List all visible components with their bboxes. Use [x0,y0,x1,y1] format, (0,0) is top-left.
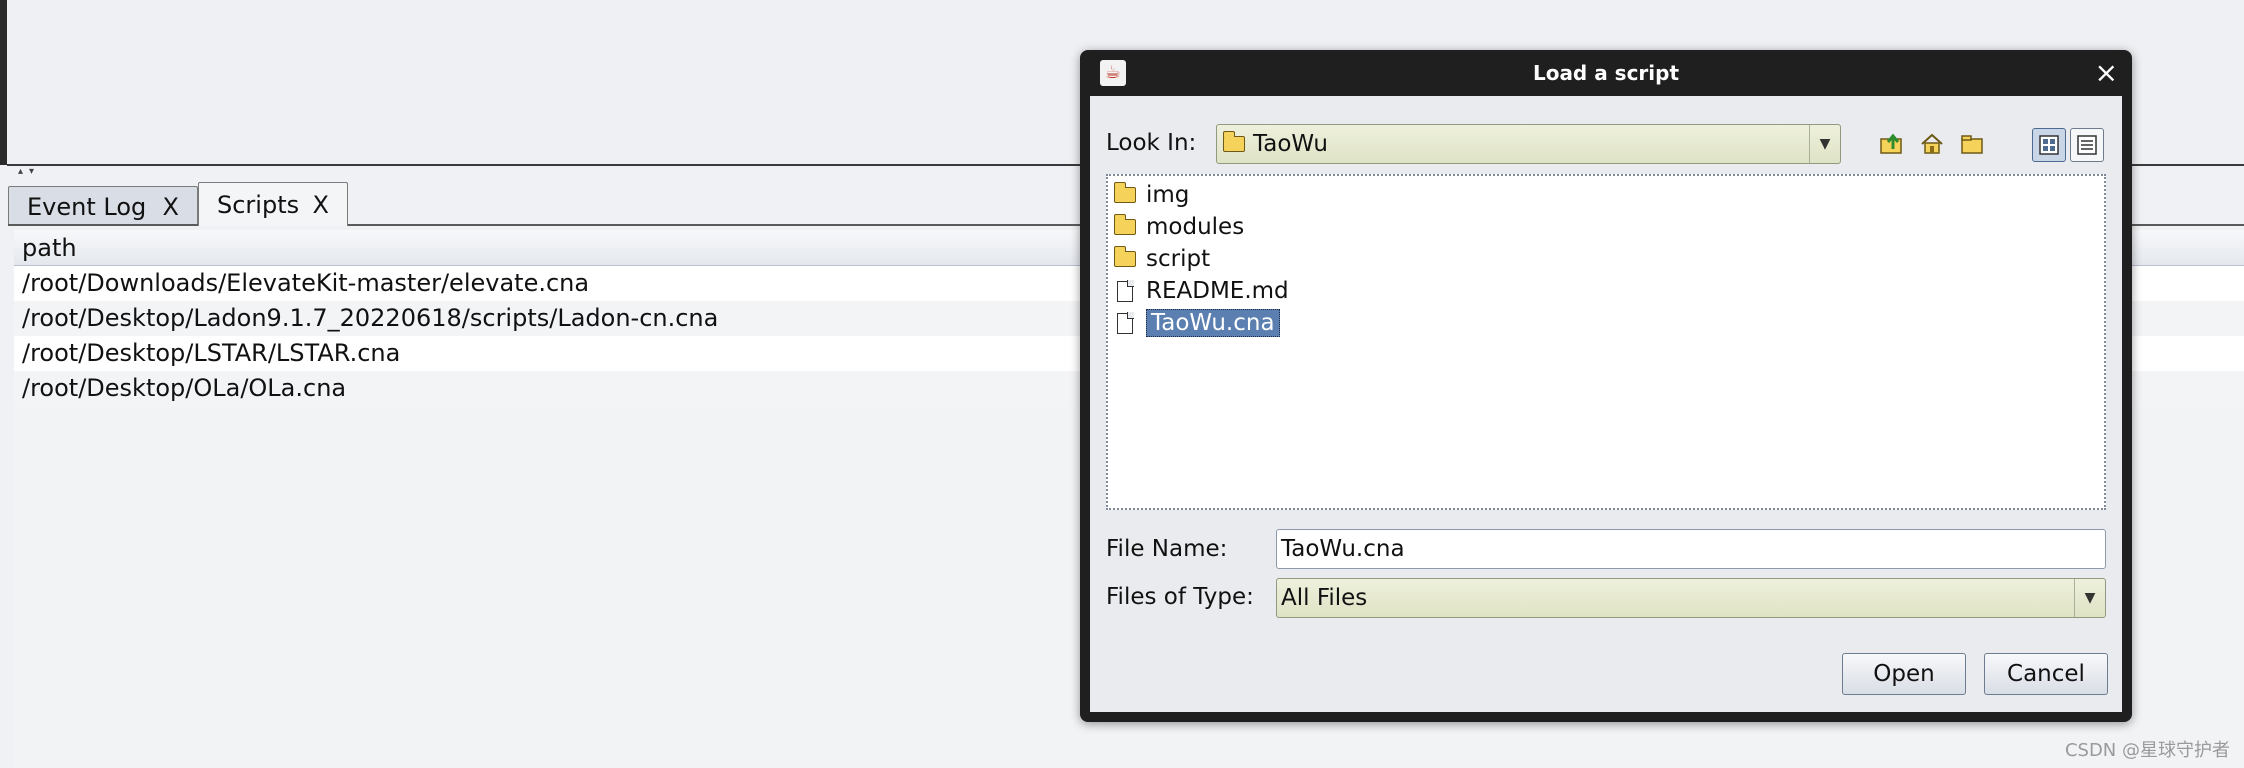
chevron-down-icon[interactable]: ▼ [1809,125,1840,163]
file-list[interactable]: img modules script README.md TaoWu.cna [1106,174,2106,510]
file-name: modules [1146,214,1245,240]
file-name-field[interactable]: TaoWu.cna [1276,529,2106,569]
dialog-title: Load a script [1532,61,1680,85]
look-in-combo[interactable]: TaoWu ▼ [1216,124,1841,164]
file-name-label: File Name: [1106,536,1228,562]
watermark: CSDN @星球守护者 [2064,740,2230,761]
files-of-type-label: Files of Type: [1106,584,1254,610]
file-name: img [1146,182,1190,208]
tab-close-icon[interactable]: X [313,191,329,219]
window-edge [0,0,7,165]
file-name: README.md [1146,278,1289,304]
chevron-down-icon[interactable]: ▼ [2074,579,2105,617]
new-folder-icon[interactable] [1956,128,1988,160]
list-item-script[interactable]: script [1113,244,1211,274]
dialog-body: Look In: TaoWu ▼ img modules script READ… [1090,96,2122,712]
files-of-type-value: All Files [1281,585,1368,611]
details-view-icon[interactable] [2070,128,2104,162]
folder-icon [1222,131,1245,152]
list-view-icon[interactable] [2032,128,2066,162]
file-name: TaoWu.cna [1146,309,1280,337]
list-item-modules[interactable]: modules [1113,212,1245,242]
folder-icon [1113,182,1136,203]
load-script-dialog: ☕ Load a script × Look In: TaoWu ▼ img m… [1080,50,2132,722]
list-item-taowu-cna[interactable]: TaoWu.cna [1114,308,1280,338]
cancel-button[interactable]: Cancel [1984,653,2108,695]
up-folder-icon[interactable] [1876,128,1908,160]
home-icon[interactable] [1916,128,1948,160]
folder-icon [1113,246,1136,267]
open-button[interactable]: Open [1842,653,1966,695]
split-arrows-icon[interactable]: ▴▾ [18,166,40,178]
file-icon [1114,280,1136,302]
look-in-label: Look In: [1106,130,1197,156]
list-item-readme[interactable]: README.md [1114,276,1289,306]
tab-event-log[interactable]: Event Log X [8,186,198,226]
tab-label: Event Log [27,192,147,221]
look-in-value: TaoWu [1253,131,1328,157]
file-name: script [1146,246,1211,272]
file-icon [1114,312,1136,334]
tab-label: Scripts [217,190,300,219]
folder-icon [1113,214,1136,235]
tab-scripts[interactable]: Scripts X [198,182,348,226]
tab-close-icon[interactable]: X [163,193,179,221]
files-of-type-combo[interactable]: All Files ▼ [1276,578,2106,618]
list-item-img[interactable]: img [1113,180,1190,210]
close-icon[interactable]: × [2095,56,2118,90]
